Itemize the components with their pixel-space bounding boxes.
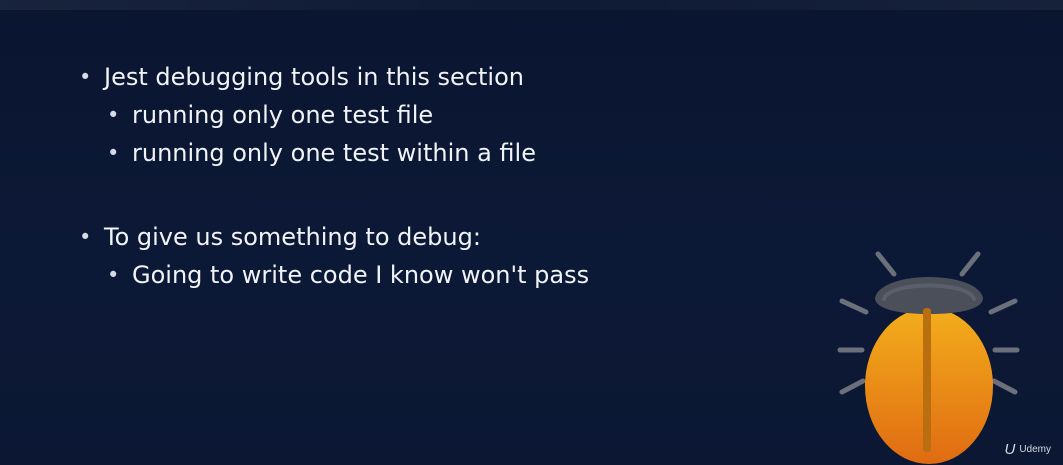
top-fade xyxy=(0,0,1063,10)
bug-icon xyxy=(837,251,1020,464)
slide: Jest debugging tools in this section run… xyxy=(0,0,1063,465)
bullet-group-debugging-tools: Jest debugging tools in this section run… xyxy=(79,58,799,172)
watermark-text: Udemy xyxy=(1019,443,1051,455)
udemy-logo-icon: U xyxy=(1004,441,1016,458)
bullet-item-jest-debugging-tools: Jest debugging tools in this section xyxy=(79,58,799,96)
bullet-list: Jest debugging tools in this section run… xyxy=(79,58,799,294)
udemy-watermark: U Udemy xyxy=(1004,442,1051,457)
bullet-subitem-write-failing-code: Going to write code I know won't pass xyxy=(79,256,799,294)
bullet-subitem-running-one-test-file: running only one test file xyxy=(79,96,799,134)
bug-illustration xyxy=(832,246,1026,465)
bullet-item-something-to-debug: To give us something to debug: xyxy=(79,218,799,256)
bullet-subitem-running-one-test-within-file: running only one test within a file xyxy=(79,134,799,172)
bullet-group-something-to-debug: To give us something to debug: Going to … xyxy=(79,218,799,294)
